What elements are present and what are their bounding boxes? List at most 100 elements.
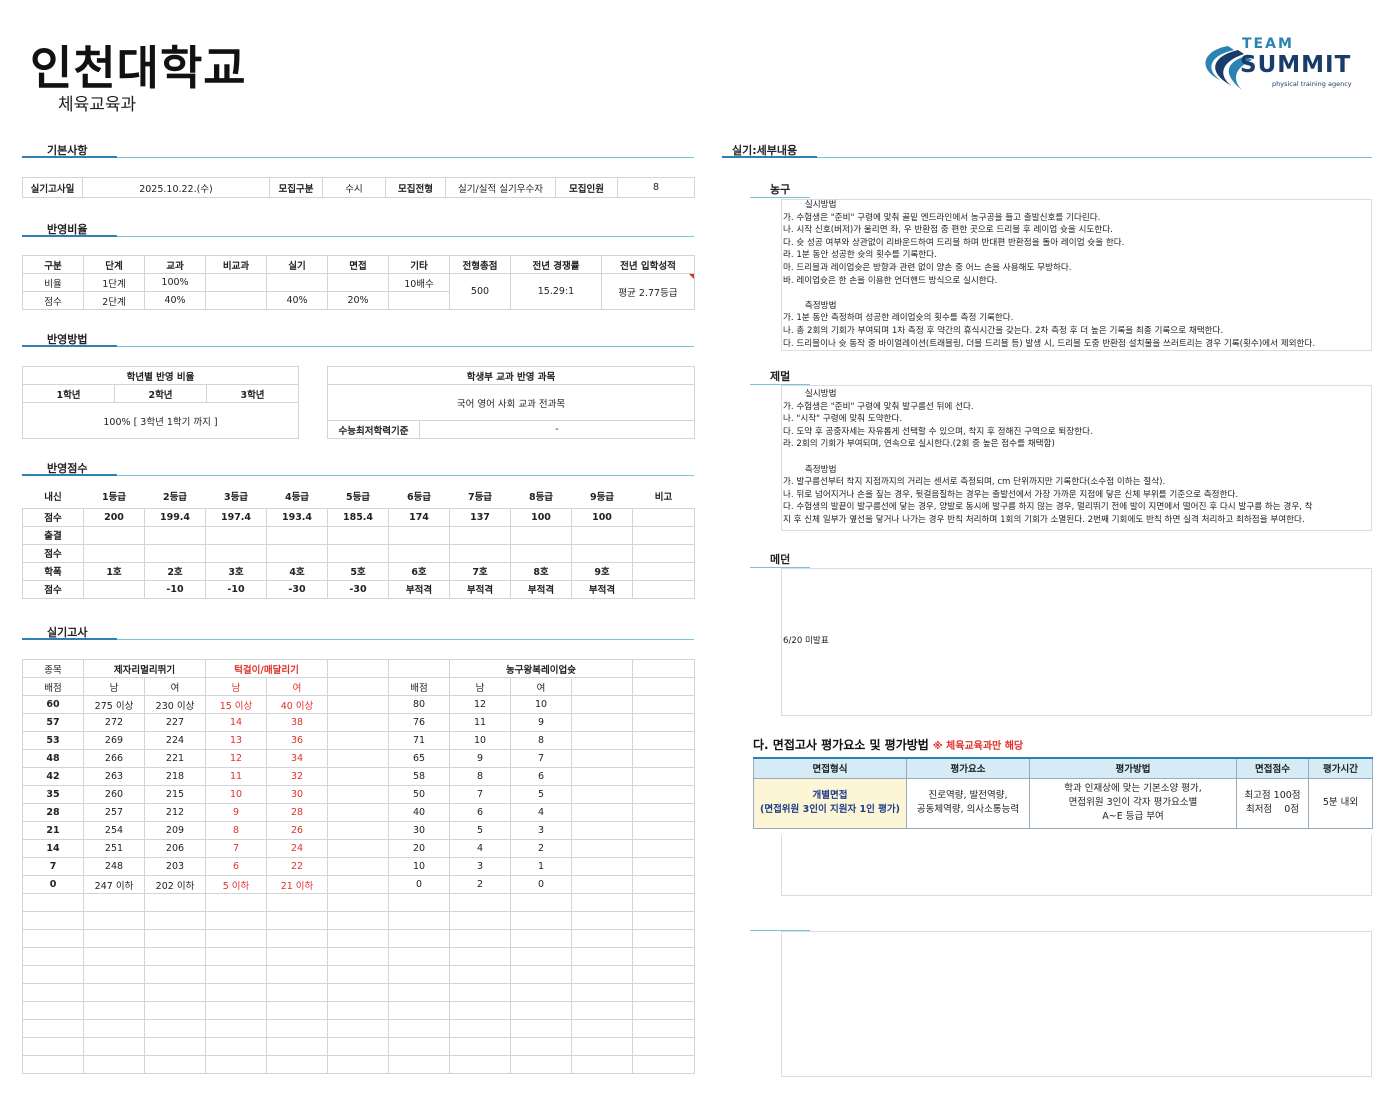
interview-header: 면접형식 [753,757,907,779]
practical-cell: 2 [510,839,572,858]
score-header: 1등급 [83,484,145,509]
practical-cell: 57 [22,713,84,732]
practical-row: 53 269 224 13 36 71 10 8 [22,731,696,750]
basic-value: 수시 [322,177,386,198]
practical-cell [632,965,696,984]
practical-score-table: 종목 제자리멀리뛰기 턱걸이/매달리기 농구왕복레이업슛 배점 남 여 남 여 배점 남 여 60 275… [22,659,696,1074]
ratio-header: 비교과 [205,255,267,274]
ratio-header: 단계 [83,255,145,274]
interview-format-line: (면접위원 3인이 지원자 1인 평가) [759,804,900,815]
empty-row [22,893,696,912]
grade-ratio-table: 학년별 반영 비율 1학년 2학년 3학년 100% [ 3학년 1학기 까지 … [22,366,299,439]
interview-element-line: 공동체역량, 의사소통능력 [916,804,1020,815]
score-row: 점수 -10 -10 -30 -30 부적격 부적격 부적격 부적격 [22,579,695,599]
practical-cell [632,911,696,930]
practical-cell [510,893,572,912]
practical-cell [327,803,389,822]
grade-ratio-value: 100% [ 3학년 1학기 까지 ] [22,402,299,439]
score-cell: 8호 [510,561,572,581]
ratio-cell: 40% [144,291,206,310]
score-table: 내신 1등급 2등급 3등급 4등급 5등급 6등급 7등급 8등급 9등급 비고 점수 200 199.… [22,484,695,599]
practical-cell [632,839,696,858]
practical-cell: 22 [266,857,328,876]
practical-row: 48 266 221 12 34 65 9 7 [22,749,696,768]
score-cell: 6호 [388,561,450,581]
practical-cell [22,893,84,912]
practical-cell [632,1055,696,1074]
practical-cell [83,911,145,930]
score-cell [632,543,695,563]
practical-cell: 38 [266,713,328,732]
practical-cell [388,911,450,930]
grade-ratio-title: 학년별 반영 비율 [22,366,299,385]
score-cell [144,525,206,545]
basic-value: 실기/실적 실기우수자 [445,177,556,198]
practical-cell: 13 [205,731,267,750]
subject-table: 학생부 교과 반영 과목 국어 영어 사회 교과 전과목 수능최저학력기준 - [327,366,695,439]
practical-row: 57 272 227 14 38 76 11 9 [22,713,696,732]
practical-cell [388,929,450,948]
practical-cell: 26 [266,821,328,840]
practical-cell: 1 [510,857,572,876]
practical-cell: 11 [205,767,267,786]
practical-cell: 65 [388,749,450,768]
practical-cell [327,911,389,930]
practical-cell: 28 [22,803,84,822]
score-cell [83,543,145,563]
practical-cell: 266 [83,749,145,768]
score-header: 6등급 [388,484,450,509]
practical-cell: 36 [266,731,328,750]
practical-cell [570,983,634,1002]
practical-cell [388,1001,450,1020]
practical-cell: 7 [449,785,511,804]
practical-cell [388,983,450,1002]
empty-row [22,1019,696,1038]
interview-element: 진로역량, 발전역량, 공동체역량, 의사소통능력 [906,777,1030,829]
interview-title: 다. 면접고사 평가요소 및 평가방법 ※ 체육교육과만 해당 [753,736,1023,753]
practical-cell [632,659,696,678]
practical-cell [22,929,84,948]
practical-cell: 10 [510,695,572,714]
practical-cell: 206 [144,839,206,858]
practical-cell [205,893,267,912]
score-cell: 193.4 [266,507,328,527]
practical-cell [205,1037,267,1056]
practical-cell: 9 [510,713,572,732]
practical-cell [632,947,696,966]
grade-header: 3학년 [206,384,299,403]
practical-cell [632,803,696,822]
practical-cell: 30 [266,785,328,804]
score-cell [510,543,572,563]
min-standard-value: - [419,420,695,439]
practical-cell [327,1001,389,1020]
practical-cell [327,695,389,714]
practical-cell: 60 [22,695,84,714]
interview-header: 면접점수 [1236,757,1309,779]
practical-row: 21 254 209 8 26 30 5 3 [22,821,696,840]
practical-cell: 42 [22,767,84,786]
practical-row: 60 275 이상 230 이상 15 이상 40 이상 80 12 10 [22,695,696,714]
interview-table: 면접형식 평가요소 평가방법 면접점수 평가시간 개별면접 (면접위원 3인이 지… [753,757,1373,829]
score-cell: 2호 [144,561,206,581]
practical-cell [22,983,84,1002]
practical-cell [22,965,84,984]
practical-cell [327,731,389,750]
score-row: 내신 1등급 2등급 3등급 4등급 5등급 6등급 7등급 8등급 9등급 비고 [22,484,695,509]
practical-cell [205,947,267,966]
practical-cell [83,893,145,912]
practical-cell: 21 [22,821,84,840]
practical-cell: 여 [266,677,328,696]
interview-score: 최고점 100점 최저점 0점 [1236,777,1309,829]
practical-cell: 14 [22,839,84,858]
basic-label: 모집인원 [555,177,618,198]
practical-cell: 80 [388,695,450,714]
practical-row: 35 260 215 10 30 50 7 5 [22,785,696,804]
practical-cell [266,1001,328,1020]
practical-cell: 3 [510,821,572,840]
practical-cell: 35 [22,785,84,804]
basket-title: 농구 [770,183,791,196]
practical-cell: 218 [144,767,206,786]
practical-cell: 215 [144,785,206,804]
practical-cell [632,785,696,804]
practical-cell [327,713,389,732]
